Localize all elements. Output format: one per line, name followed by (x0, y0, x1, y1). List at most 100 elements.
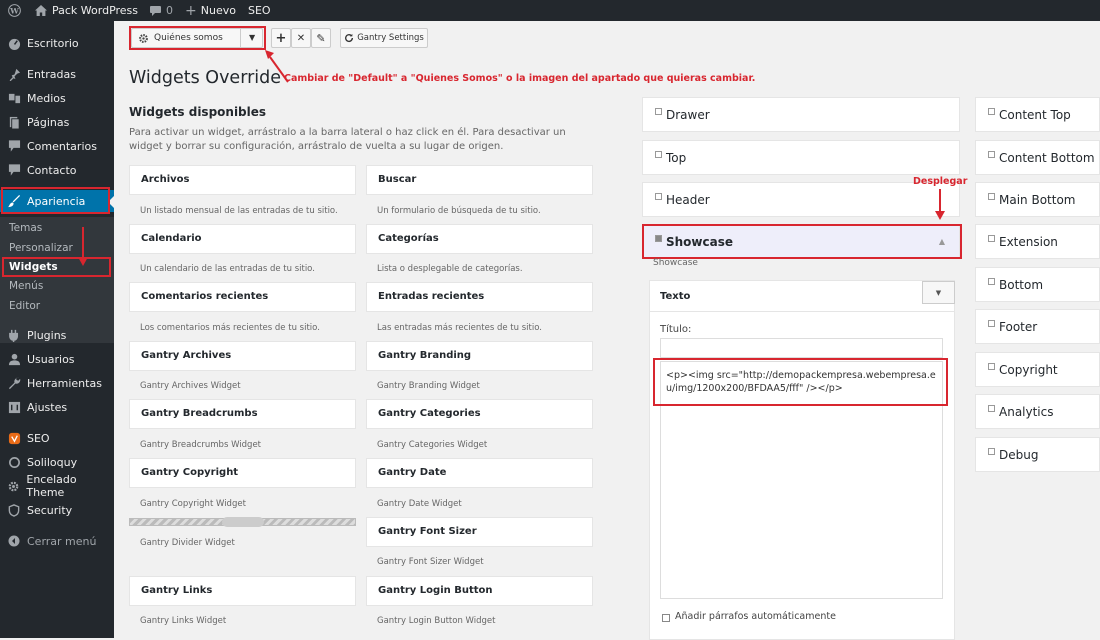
menu-herramientas[interactable]: Herramientas (0, 372, 114, 394)
menu-paginas[interactable]: Páginas (0, 111, 114, 133)
autop-label: Añadir párrafos automáticamente (675, 611, 836, 622)
sidebar-drawer-label: Drawer (666, 107, 710, 122)
widget-comentarios-recientes[interactable]: Comentarios recientes (129, 282, 356, 312)
widget-gantry-login-button-desc: Gantry Login Button Widget (377, 616, 496, 626)
menu-plugins-label: Plugins (27, 328, 67, 342)
widget-gantry-font-sizer[interactable]: Gantry Font Sizer (366, 517, 593, 547)
widget-categorias[interactable]: Categorías (366, 224, 593, 254)
sidebar-extension[interactable]: Extension (975, 224, 1100, 259)
menu-comentarios[interactable]: Comentarios (0, 135, 114, 157)
checkbox-icon (988, 320, 995, 327)
submenu-editor[interactable]: Editor (9, 300, 40, 312)
menu-ajustes[interactable]: Ajustes (0, 396, 114, 418)
widget-archivos[interactable]: Archivos (129, 165, 356, 195)
checkbox-icon (655, 193, 662, 200)
gantry-settings-label: Gantry Settings (357, 33, 424, 43)
widget-gantry-copyright[interactable]: Gantry Copyright (129, 458, 356, 488)
sidebar-analytics[interactable]: Analytics (975, 394, 1100, 429)
menu-medios-label: Medios (27, 91, 66, 105)
gear-icon (7, 479, 20, 493)
widget-gantry-branding[interactable]: Gantry Branding (366, 341, 593, 371)
widget-gantry-date-desc: Gantry Date Widget (377, 499, 462, 509)
sidebar-content-bottom-label: Content Bottom (999, 150, 1095, 165)
soliloquy-icon (7, 455, 21, 469)
sidebar-header-label: Header (666, 192, 710, 207)
menu-entradas-label: Entradas (27, 67, 76, 81)
sidebar-main-bottom[interactable]: Main Bottom (975, 182, 1100, 217)
admin-bar: W Pack WordPress 0 + Nuevo SEO (0, 0, 1100, 21)
edit-override-button[interactable]: ✎ (311, 28, 331, 48)
checkbox-icon (988, 278, 995, 285)
titulo-label: Título: (660, 324, 692, 335)
menu-escritorio[interactable]: Escritorio (0, 32, 114, 54)
text-widget-header[interactable]: Texto ▼ (650, 281, 955, 312)
menu-entradas[interactable]: Entradas (0, 63, 114, 85)
widget-gantry-divider[interactable] (129, 517, 356, 527)
menu-security[interactable]: Security (0, 499, 114, 521)
widget-gantry-date[interactable]: Gantry Date (366, 458, 593, 488)
widget-gantry-categories[interactable]: Gantry Categories (366, 399, 593, 429)
widget-gantry-links[interactable]: Gantry Links (129, 576, 356, 606)
sidebar-debug[interactable]: Debug (975, 437, 1100, 472)
remove-override-button[interactable]: ✕ (291, 28, 311, 48)
widget-gantry-login-button[interactable]: Gantry Login Button (366, 576, 593, 606)
new-content-link[interactable]: + Nuevo (179, 0, 242, 21)
sidebar-bottom-label: Bottom (999, 277, 1044, 292)
menu-plugins[interactable]: Plugins (0, 324, 114, 346)
menu-apariencia[interactable]: Apariencia (0, 190, 114, 212)
sidebar-bottom[interactable]: Bottom (975, 267, 1100, 302)
override-select-value: Quiénes somos (154, 33, 223, 43)
menu-security-label: Security (27, 503, 73, 517)
chevron-down-icon[interactable]: ▼ (922, 281, 955, 304)
menu-herramientas-label: Herramientas (27, 376, 102, 390)
menu-seo[interactable]: SEO (0, 427, 114, 449)
checkbox-icon (655, 151, 662, 158)
comments-link[interactable]: 0 (144, 0, 179, 21)
media-icon (7, 91, 21, 105)
available-widgets-description: Para activar un widget, arrástralo a la … (129, 127, 566, 152)
override-select[interactable]: Quiénes somos ▼ (131, 28, 263, 48)
menu-usuarios[interactable]: Usuarios (0, 348, 114, 370)
wordpress-logo-icon[interactable]: W (0, 0, 29, 21)
menu-encelado[interactable]: Encelado Theme (0, 473, 114, 499)
home-icon (35, 5, 47, 16)
widget-gantry-breadcrumbs[interactable]: Gantry Breadcrumbs (129, 399, 356, 429)
sidebar-content-bottom[interactable]: Content Bottom (975, 140, 1100, 175)
menu-soliloquy[interactable]: Soliloquy (0, 451, 114, 473)
site-name-link[interactable]: Pack WordPress (29, 0, 144, 21)
sidebar-content-top[interactable]: Content Top (975, 97, 1100, 132)
sidebar-drawer[interactable]: Drawer (642, 97, 960, 132)
dashboard-icon (7, 36, 21, 50)
menu-apariencia-label: Apariencia (27, 194, 86, 208)
sidebar-copyright[interactable]: Copyright (975, 352, 1100, 387)
widget-entradas-recientes[interactable]: Entradas recientes (366, 282, 593, 312)
gantry-settings-button[interactable]: Gantry Settings (340, 28, 428, 48)
seo-link[interactable]: SEO (242, 0, 277, 21)
widget-gantry-archives[interactable]: Gantry Archives (129, 341, 356, 371)
widget-buscar[interactable]: Buscar (366, 165, 593, 195)
menu-contacto[interactable]: Contacto (0, 159, 114, 181)
checkbox-icon (988, 108, 995, 115)
content-textarea-value: <p><img src="http://demopackempresa.webe… (666, 370, 936, 394)
checkbox-icon (988, 448, 995, 455)
menu-encelado-label: Encelado Theme (26, 473, 77, 499)
submenu-temas[interactable]: Temas (9, 222, 42, 234)
sidebar-showcase[interactable]: Showcase ▲ (642, 224, 960, 259)
sidebar-footer[interactable]: Footer (975, 309, 1100, 344)
sidebar-header[interactable]: Header (642, 182, 960, 217)
content-textarea[interactable]: <p><img src="http://demopackempresa.webe… (660, 361, 943, 599)
autop-checkbox[interactable] (662, 614, 670, 622)
collapse-menu-button[interactable]: Cerrar menú (0, 530, 114, 552)
submenu-personalizar[interactable]: Personalizar (9, 242, 73, 254)
widget-gantry-font-sizer-desc: Gantry Font Sizer Widget (377, 557, 484, 567)
widget-calendario[interactable]: Calendario (129, 224, 356, 254)
widget-archivos-desc: Un listado mensual de las entradas de tu… (140, 206, 338, 216)
collapse-toggle-icon[interactable]: ▲ (939, 237, 945, 246)
submenu-menus[interactable]: Menús (9, 280, 43, 292)
sidebar-top[interactable]: Top (642, 140, 960, 175)
checkbox-icon (988, 405, 995, 412)
add-override-button[interactable]: + (271, 28, 291, 48)
menu-medios[interactable]: Medios (0, 87, 114, 109)
titulo-input[interactable] (660, 338, 943, 358)
submenu-widgets[interactable]: Widgets (9, 261, 58, 273)
